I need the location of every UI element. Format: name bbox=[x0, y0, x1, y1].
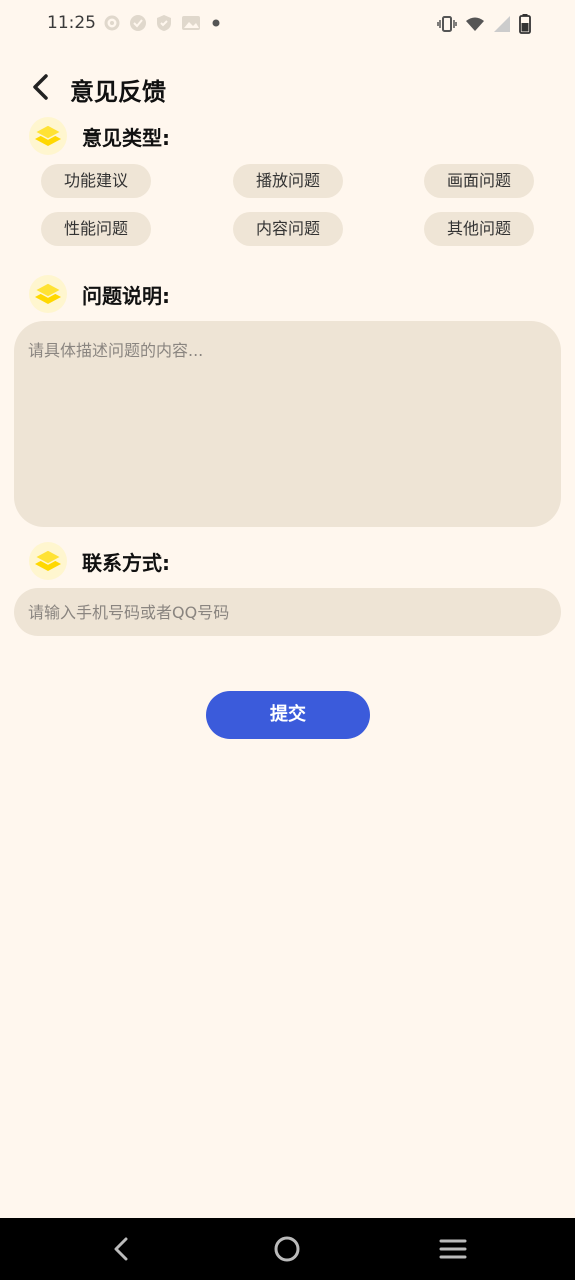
layers-icon bbox=[29, 117, 67, 155]
status-left-icons bbox=[103, 14, 223, 32]
status-time: 11:25 bbox=[47, 13, 96, 33]
header: 意见反馈 bbox=[0, 60, 575, 116]
shield-icon bbox=[157, 15, 171, 31]
feedback-screen: 11:25 意见反馈 意见类型: 功能建议 播放问题 画面问题 性能问题 内容问… bbox=[0, 0, 575, 1280]
contact-section-label: 联系方式: bbox=[82, 551, 170, 575]
menu-nav-icon[interactable] bbox=[438, 1234, 468, 1264]
layers-icon bbox=[29, 542, 67, 580]
chevron-left-icon[interactable] bbox=[27, 72, 57, 102]
submit-button[interactable]: 提交 bbox=[206, 691, 370, 739]
type-option-feature[interactable]: 功能建议 bbox=[41, 164, 151, 198]
type-section-label: 意见类型: bbox=[82, 126, 170, 150]
type-option-content[interactable]: 内容问题 bbox=[233, 212, 343, 246]
settings-icon bbox=[104, 15, 120, 31]
vpn-icon bbox=[130, 15, 146, 31]
status-right-icons bbox=[437, 14, 531, 34]
system-nav-bar bbox=[0, 1218, 575, 1280]
signal-icon bbox=[494, 16, 510, 32]
dot-icon bbox=[212, 19, 220, 27]
type-option-playback[interactable]: 播放问题 bbox=[233, 164, 343, 198]
vibrate-icon bbox=[437, 16, 457, 32]
type-option-performance[interactable]: 性能问题 bbox=[41, 212, 151, 246]
description-textarea[interactable] bbox=[14, 321, 561, 527]
page-title: 意见反馈 bbox=[70, 78, 166, 106]
contact-section-header: 联系方式: bbox=[0, 541, 575, 581]
status-bar: 11:25 bbox=[0, 0, 575, 48]
type-option-other[interactable]: 其他问题 bbox=[424, 212, 534, 246]
image-icon bbox=[182, 16, 200, 30]
contact-input[interactable] bbox=[14, 588, 561, 636]
desc-section-header: 问题说明: bbox=[0, 274, 575, 314]
home-nav-icon[interactable] bbox=[272, 1234, 302, 1264]
back-nav-icon[interactable] bbox=[107, 1234, 137, 1264]
wifi-icon bbox=[466, 17, 484, 31]
layers-icon bbox=[29, 275, 67, 313]
type-section-header: 意见类型: bbox=[0, 116, 575, 156]
battery-icon bbox=[519, 14, 531, 34]
type-option-picture[interactable]: 画面问题 bbox=[424, 164, 534, 198]
desc-section-label: 问题说明: bbox=[82, 284, 170, 308]
